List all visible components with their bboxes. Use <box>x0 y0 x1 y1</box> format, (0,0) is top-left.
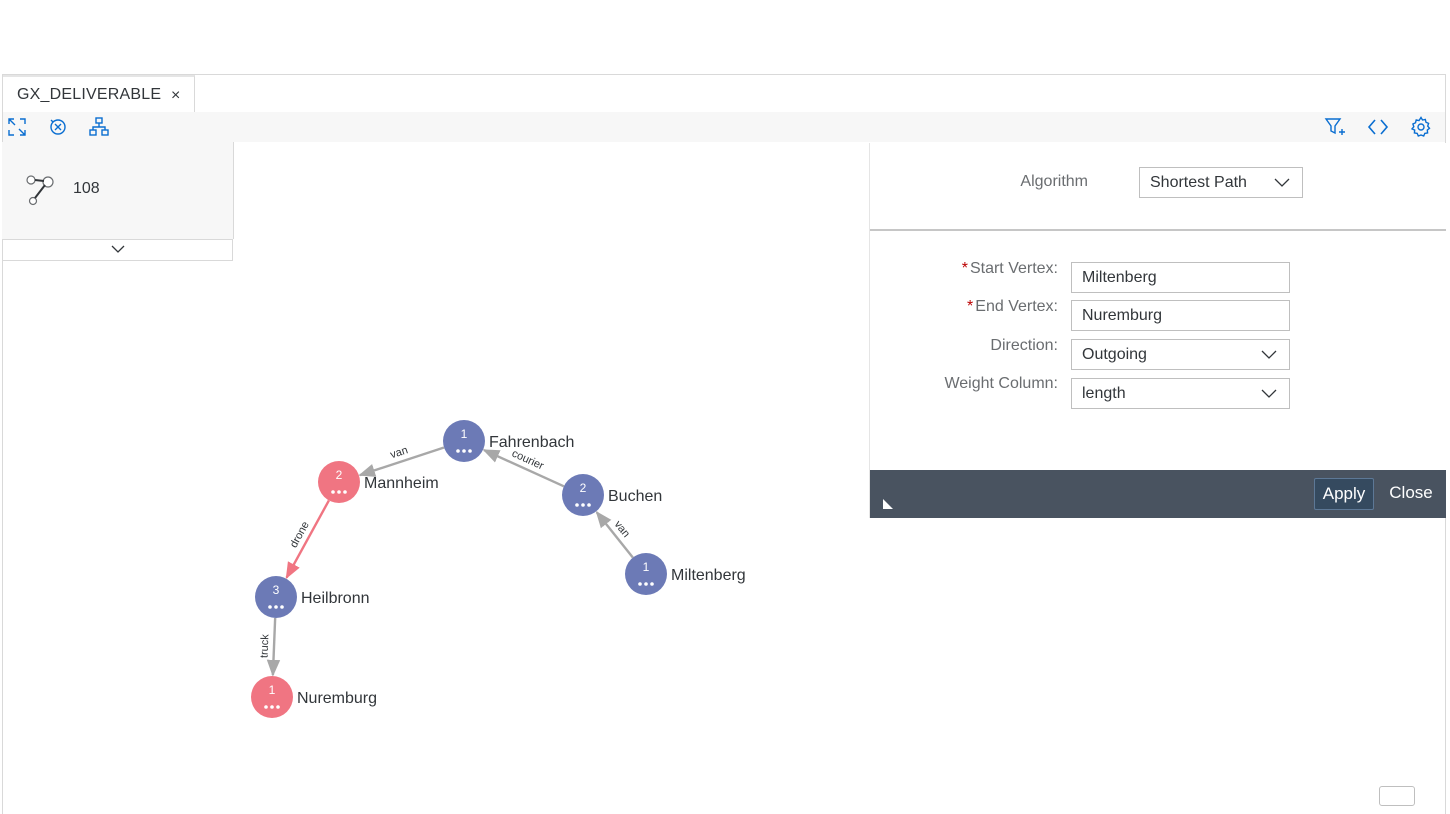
more-icon[interactable] <box>456 449 472 453</box>
node-label: Miltenberg <box>671 567 746 584</box>
filter-add-icon[interactable] <box>1323 115 1347 139</box>
resize-handle-icon[interactable] <box>882 498 894 510</box>
start-vertex-input[interactable]: Miltenberg <box>1071 262 1290 293</box>
node-label: Buchen <box>608 488 662 505</box>
node-label: Fahrenbach <box>489 434 574 451</box>
node-label: Mannheim <box>364 475 439 492</box>
more-icon[interactable] <box>575 503 591 507</box>
node-badge: 2 <box>336 468 343 482</box>
more-icon[interactable] <box>264 705 280 709</box>
zoom-control-button[interactable] <box>1379 786 1415 806</box>
node-badge: 1 <box>269 683 276 697</box>
algorithm-label: Algorithm <box>1020 173 1088 190</box>
chevron-down-icon <box>1261 389 1277 398</box>
end-vertex-label: * End Vertex: <box>967 298 1058 315</box>
panel-separator <box>870 229 1446 231</box>
close-button[interactable]: Close <box>1382 478 1440 510</box>
tab-label: GX_DELIVERABLE <box>17 86 162 103</box>
weight-column-label: Weight Column: <box>944 375 1058 392</box>
edge-summary: 108 <box>2 142 234 239</box>
node-label: Nuremburg <box>297 690 377 707</box>
algorithm-value: Shortest Path <box>1150 174 1247 191</box>
edge-count: 108 <box>73 180 100 197</box>
chevron-down-icon <box>1274 178 1290 187</box>
tab-bar: GX_DELIVERABLE × <box>3 75 1445 113</box>
direction-label: Direction: <box>990 337 1058 354</box>
algorithm-select[interactable]: Shortest Path <box>1139 167 1303 198</box>
code-icon[interactable] <box>1366 115 1390 139</box>
gear-icon[interactable] <box>1409 115 1433 139</box>
panel-footer: Apply Close <box>870 470 1446 518</box>
tab-gx-deliverable[interactable]: GX_DELIVERABLE × <box>3 75 195 112</box>
node-badge: 1 <box>643 560 650 574</box>
hierarchy-icon[interactable] <box>87 115 111 139</box>
close-icon[interactable]: × <box>171 87 180 105</box>
clear-filter-icon[interactable] <box>46 115 70 139</box>
algorithm-panel: Algorithm Shortest Path * Start Vertex: M… <box>869 143 1446 518</box>
node-badge: 3 <box>273 583 280 597</box>
more-icon[interactable] <box>268 605 284 609</box>
node-badge: 2 <box>580 481 587 495</box>
chevron-down-icon <box>1261 350 1277 359</box>
more-icon[interactable] <box>638 582 654 586</box>
summary-toggle-button[interactable] <box>2 239 233 261</box>
more-icon[interactable] <box>331 490 347 494</box>
direction-select[interactable]: Outgoing <box>1071 339 1290 370</box>
start-vertex-label: * Start Vertex: <box>961 260 1058 277</box>
node-badge: 1 <box>461 427 468 441</box>
chevron-down-icon <box>111 245 125 253</box>
graph-toolbar <box>3 112 1445 142</box>
node-label: Heilbronn <box>301 590 369 607</box>
expand-icon[interactable] <box>5 115 29 139</box>
edge-icon <box>22 172 58 208</box>
weight-column-select[interactable]: length <box>1071 378 1290 409</box>
end-vertex-input[interactable]: Nuremburg <box>1071 300 1290 331</box>
apply-button[interactable]: Apply <box>1314 478 1374 510</box>
